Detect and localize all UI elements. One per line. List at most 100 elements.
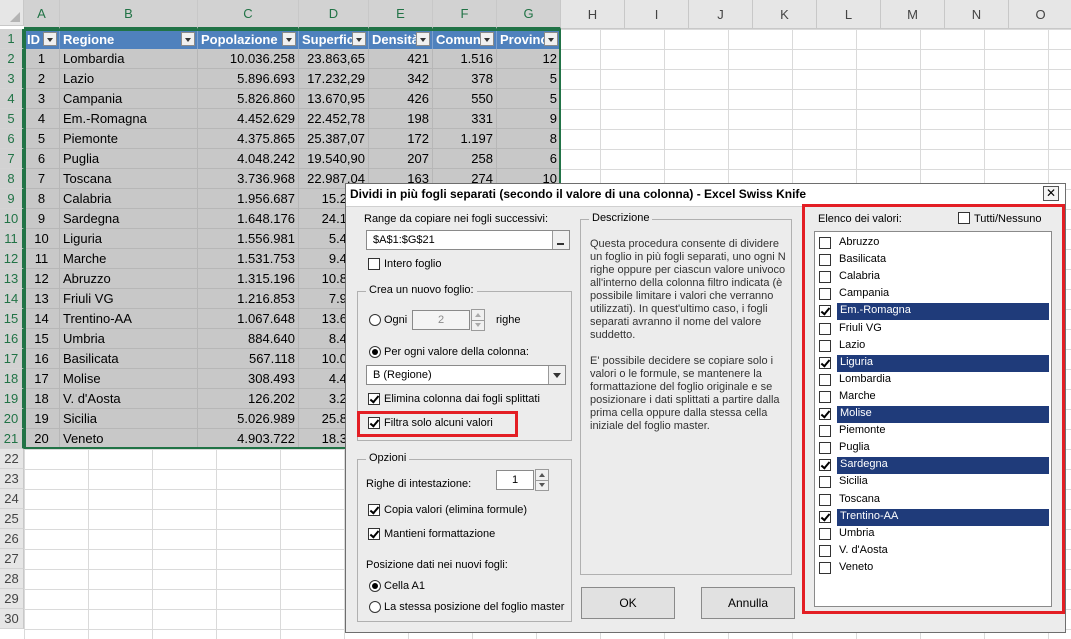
row-header-5[interactable]: 5 xyxy=(0,109,24,129)
row-header-10[interactable]: 10 xyxy=(0,209,24,229)
column-header-b[interactable]: B xyxy=(60,0,198,29)
table-cell-id[interactable]: 5 xyxy=(24,129,60,149)
table-cell-regione[interactable]: Liguria xyxy=(60,229,198,249)
filter-dropdown-icon[interactable] xyxy=(352,32,366,46)
table-cell-popolazione[interactable]: 308.493 xyxy=(198,369,299,389)
table-cell-id[interactable]: 14 xyxy=(24,309,60,329)
table-cell-regione[interactable]: Puglia xyxy=(60,149,198,169)
table-cell-province[interactable]: 6 xyxy=(497,149,561,169)
row-header-7[interactable]: 7 xyxy=(0,149,24,169)
ogni-righe-spinner[interactable] xyxy=(471,309,485,331)
table-cell-comuni[interactable]: 378 xyxy=(433,69,497,89)
list-item-checkbox[interactable] xyxy=(819,442,831,455)
table-cell-popolazione[interactable]: 4.048.242 xyxy=(198,149,299,169)
table-cell-regione[interactable]: Veneto xyxy=(60,429,198,449)
table-cell-popolazione[interactable]: 884.640 xyxy=(198,329,299,349)
list-item[interactable]: Liguria xyxy=(815,354,1051,372)
table-cell-popolazione[interactable]: 4.375.865 xyxy=(198,129,299,149)
table-cell-densita[interactable]: 207 xyxy=(369,149,433,169)
list-item-checkbox[interactable] xyxy=(819,339,831,352)
list-item[interactable]: Em.-Romagna xyxy=(815,303,1051,321)
table-cell-comuni[interactable]: 258 xyxy=(433,149,497,169)
table-cell-province[interactable]: 12 xyxy=(497,49,561,69)
table-cell-popolazione[interactable]: 10.036.258 xyxy=(198,49,299,69)
table-cell-popolazione[interactable]: 1.956.687 xyxy=(198,189,299,209)
righe-intestazione-input[interactable]: 1 xyxy=(496,470,534,490)
row-header-13[interactable]: 13 xyxy=(0,269,24,289)
row-header-30[interactable]: 30 xyxy=(0,609,24,629)
list-item-checkbox[interactable] xyxy=(819,544,831,557)
range-picker-button[interactable] xyxy=(552,231,569,249)
list-item[interactable]: Lazio xyxy=(815,338,1051,355)
row-header-4[interactable]: 4 xyxy=(0,89,24,109)
filter-dropdown-icon[interactable] xyxy=(181,32,195,46)
table-cell-popolazione[interactable]: 1.531.753 xyxy=(198,249,299,269)
table-cell-regione[interactable]: Toscana xyxy=(60,169,198,189)
list-item-checkbox[interactable] xyxy=(819,373,831,386)
table-cell-id[interactable]: 3 xyxy=(24,89,60,109)
column-header-d[interactable]: D xyxy=(299,0,369,29)
table-cell-comuni[interactable]: 1.197 xyxy=(433,129,497,149)
tutti-nessuno-checkbox[interactable] xyxy=(958,212,970,224)
list-item-checkbox[interactable] xyxy=(819,271,831,284)
column-header-f[interactable]: F xyxy=(433,0,497,29)
list-item[interactable]: Calabria xyxy=(815,269,1051,286)
list-item[interactable]: Umbria xyxy=(815,526,1051,543)
select-all-corner[interactable] xyxy=(0,0,24,26)
copia-valori-checkbox[interactable] xyxy=(368,504,380,516)
intero-foglio-checkbox[interactable] xyxy=(368,258,380,270)
row-header-21[interactable]: 21 xyxy=(0,429,24,449)
list-item[interactable]: Abruzzo xyxy=(815,235,1051,252)
list-item-checkbox[interactable] xyxy=(819,288,831,301)
table-cell-regione[interactable]: Sicilia xyxy=(60,409,198,429)
filter-dropdown-icon[interactable] xyxy=(282,32,296,46)
row-header-9[interactable]: 9 xyxy=(0,189,24,209)
list-item-checkbox[interactable] xyxy=(819,322,831,335)
table-cell-regione[interactable]: Lazio xyxy=(60,69,198,89)
row-header-23[interactable]: 23 xyxy=(0,469,24,489)
list-item-checkbox[interactable] xyxy=(819,493,831,506)
table-cell-popolazione[interactable]: 3.736.968 xyxy=(198,169,299,189)
column-header-g[interactable]: G xyxy=(497,0,561,29)
table-cell-id[interactable]: 20 xyxy=(24,429,60,449)
row-header-24[interactable]: 24 xyxy=(0,489,24,509)
table-cell-superficie[interactable]: 13.670,95 xyxy=(299,89,369,109)
table-cell-comuni[interactable]: 550 xyxy=(433,89,497,109)
table-cell-regione[interactable]: Molise xyxy=(60,369,198,389)
table-cell-id[interactable]: 2 xyxy=(24,69,60,89)
column-header-j[interactable]: J xyxy=(689,0,753,29)
table-cell-province[interactable]: 5 xyxy=(497,69,561,89)
chevron-down-icon[interactable] xyxy=(548,366,565,384)
column-header-h[interactable]: H xyxy=(561,0,625,29)
table-cell-id[interactable]: 7 xyxy=(24,169,60,189)
filter-dropdown-icon[interactable] xyxy=(544,32,558,46)
table-cell-id[interactable]: 6 xyxy=(24,149,60,169)
row-header-20[interactable]: 20 xyxy=(0,409,24,429)
row-header-14[interactable]: 14 xyxy=(0,289,24,309)
close-button[interactable]: ✕ xyxy=(1043,186,1059,201)
row-header-16[interactable]: 16 xyxy=(0,329,24,349)
column-header-a[interactable]: A xyxy=(24,0,60,29)
ok-button[interactable]: OK xyxy=(581,587,675,619)
table-cell-regione[interactable]: Abruzzo xyxy=(60,269,198,289)
list-item-checkbox[interactable] xyxy=(819,459,831,472)
table-cell-id[interactable]: 17 xyxy=(24,369,60,389)
column-header-i[interactable]: I xyxy=(625,0,689,29)
table-cell-province[interactable]: 8 xyxy=(497,129,561,149)
row-header-2[interactable]: 2 xyxy=(0,49,24,69)
list-item-checkbox[interactable] xyxy=(819,527,831,540)
mantieni-formattazione-checkbox[interactable] xyxy=(368,528,380,540)
list-item[interactable]: Lombardia xyxy=(815,372,1051,389)
table-cell-popolazione[interactable]: 4.903.722 xyxy=(198,429,299,449)
table-cell-popolazione[interactable]: 5.826.860 xyxy=(198,89,299,109)
column-select[interactable]: B (Regione) xyxy=(366,365,566,385)
row-header-22[interactable]: 22 xyxy=(0,449,24,469)
row-header-1[interactable]: 1 xyxy=(0,29,24,49)
table-cell-comuni[interactable]: 331 xyxy=(433,109,497,129)
table-cell-regione[interactable]: Friuli VG xyxy=(60,289,198,309)
ogni-radio[interactable] xyxy=(369,314,381,326)
list-item[interactable]: Basilicata xyxy=(815,252,1051,269)
table-cell-regione[interactable]: Basilicata xyxy=(60,349,198,369)
row-header-6[interactable]: 6 xyxy=(0,129,24,149)
table-cell-id[interactable]: 15 xyxy=(24,329,60,349)
